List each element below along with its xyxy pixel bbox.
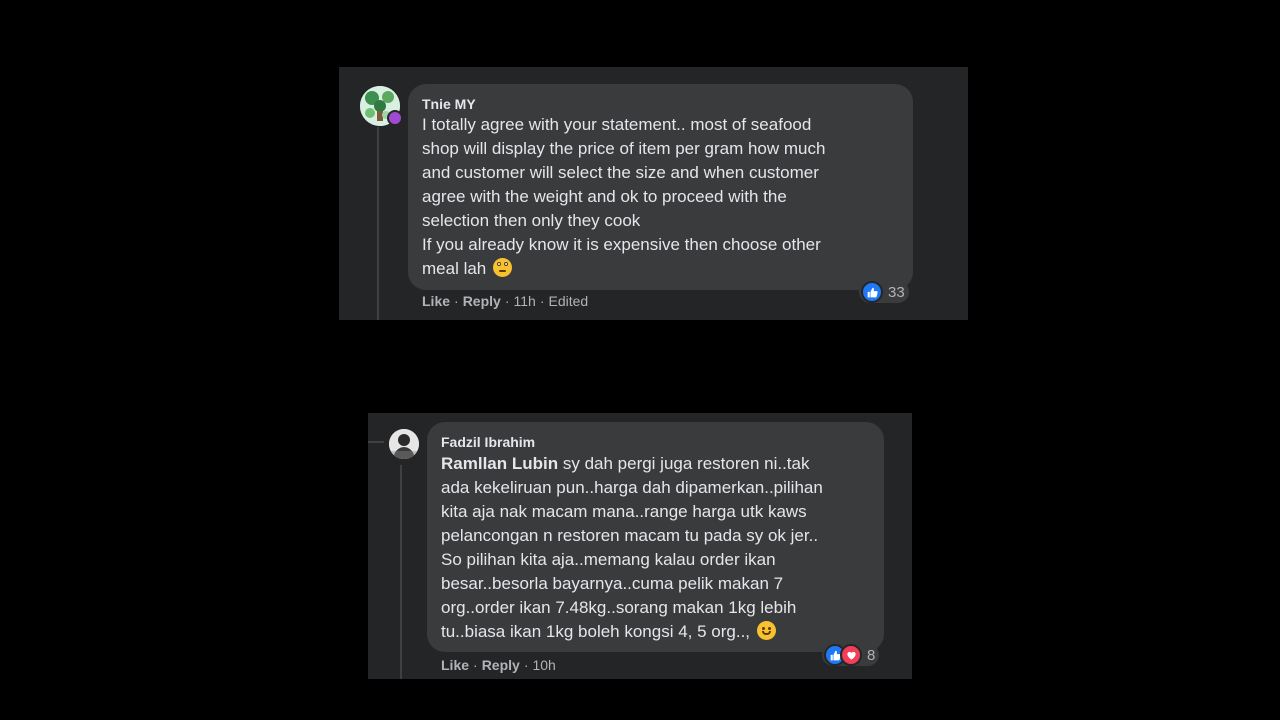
love-reaction-icon — [840, 644, 862, 666]
like-link[interactable]: Like — [422, 293, 450, 309]
reply-link[interactable]: Reply — [482, 657, 520, 673]
reaction-summary[interactable]: 33 — [859, 281, 909, 303]
like-link[interactable]: Like — [441, 657, 469, 673]
avatar-fadzil-ibrahim[interactable] — [389, 429, 419, 459]
like-reaction-icon — [861, 281, 883, 303]
reaction-count: 33 — [888, 283, 905, 301]
comment-author[interactable]: Fadzil Ibrahim — [441, 434, 535, 450]
comment-line: org..order ikan 7.48kg..sorang makan 1kg… — [441, 598, 797, 617]
comment-line-text: meal lah — [422, 259, 487, 278]
comment-line: agree with the weight and ok to proceed … — [422, 187, 787, 206]
comment-line-first: Ramllan Lubin sy dah pergi juga restoren… — [441, 452, 871, 476]
status-badge — [387, 110, 403, 126]
comment-line: So pilihan kita aja..memang kalau order … — [441, 550, 776, 569]
comment-line: ada kekeliruan pun..harga dah dipamerkan… — [441, 478, 823, 497]
comment-actions: Like · Reply · 11h · Edited — [422, 293, 589, 309]
edited-label: Edited — [548, 293, 589, 309]
comment-text: Ramllan Lubin sy dah pergi juga restoren… — [441, 452, 871, 644]
mention-link[interactable]: Ramllan Lubin — [441, 454, 558, 473]
comment-line-last: meal lah — [422, 257, 902, 281]
timestamp[interactable]: 10h — [532, 657, 555, 673]
smiling-face-emoji-icon — [756, 621, 776, 640]
thread-line — [377, 127, 379, 320]
comment-line: pelancongan n restoren macam tu pada sy … — [441, 526, 819, 545]
reaction-summary[interactable]: 8 — [822, 644, 880, 666]
avatar-image — [389, 429, 419, 459]
comment-author[interactable]: Tnie MY — [422, 96, 476, 112]
thread-connector — [368, 441, 384, 443]
reply-link[interactable]: Reply — [463, 293, 501, 309]
thread-line — [400, 465, 402, 679]
comment-line-last: tu..biasa ikan 1kg boleh kongsi 4, 5 org… — [441, 620, 871, 644]
comment-line-text: sy dah pergi juga restoren ni..tak — [558, 454, 810, 473]
comment-actions: Like · Reply · 10h — [441, 657, 556, 673]
comment-line: and customer will select the size and wh… — [422, 163, 819, 182]
comment-line: I totally agree with your statement.. mo… — [422, 115, 812, 134]
reaction-count: 8 — [867, 646, 876, 664]
comment-line-text: tu..biasa ikan 1kg boleh kongsi 4, 5 org… — [441, 622, 751, 641]
comment-panel-1: Tnie MY I totally agree with your statem… — [339, 67, 968, 320]
comment-line: besar..besorla bayarnya..cuma pelik maka… — [441, 574, 784, 593]
rolling-eyes-emoji-icon — [493, 258, 512, 277]
comment-panel-2: Fadzil Ibrahim Ramllan Lubin sy dah perg… — [368, 413, 912, 679]
comment-line: If you already know it is expensive then… — [422, 235, 821, 254]
timestamp[interactable]: 11h — [513, 293, 535, 309]
comment-text: I totally agree with your statement.. mo… — [422, 113, 902, 281]
comment-line: kita aja nak macam mana..range harga utk… — [441, 502, 807, 521]
comment-line: selection then only they cook — [422, 211, 641, 230]
comment-line: shop will display the price of item per … — [422, 139, 826, 158]
